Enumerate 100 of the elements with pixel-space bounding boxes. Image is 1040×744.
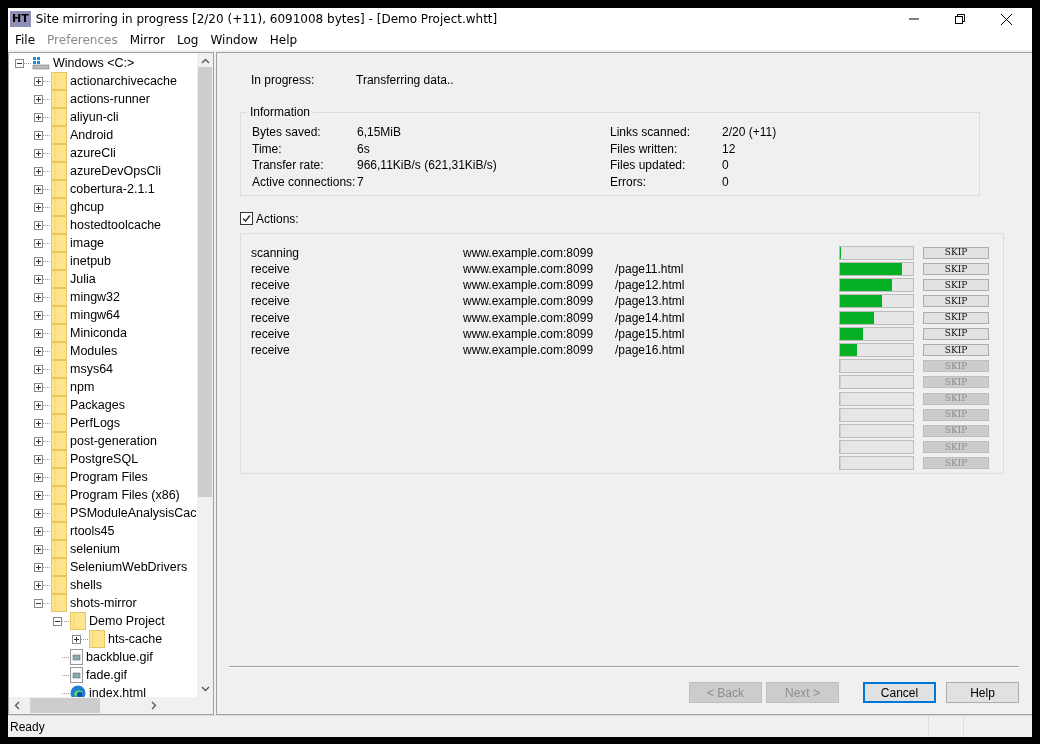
skip-button[interactable]: SKIP (923, 246, 989, 259)
action-path: /page15.html (615, 326, 686, 341)
expand-icon[interactable] (34, 400, 43, 410)
dialog-button[interactable]: Help (946, 682, 1019, 703)
expand-icon[interactable] (34, 544, 43, 554)
tree-item[interactable]: rtools45 (70, 524, 115, 538)
tree-item[interactable]: shells (70, 578, 102, 592)
scroll-right-icon[interactable] (151, 701, 157, 710)
expand-icon[interactable] (34, 256, 43, 266)
skip-button[interactable]: SKIP (923, 263, 989, 276)
window-title: Site mirroring in progress [2/20 (+11), 6091008 bytes] - [Demo Project.whtt] (35, 12, 499, 26)
tree-item[interactable]: Miniconda (70, 326, 127, 340)
collapse-icon[interactable] (34, 598, 43, 608)
folder-icon (51, 468, 67, 486)
tree-item[interactable]: ghcup (70, 200, 105, 214)
expand-icon[interactable] (34, 184, 43, 194)
action-host: www.example.com:8099 (463, 294, 595, 309)
tree-item[interactable]: Packages (70, 398, 125, 412)
tree-item[interactable]: Android (70, 128, 114, 142)
scroll-left-icon[interactable] (14, 701, 20, 710)
expand-icon[interactable] (34, 220, 43, 230)
expand-icon[interactable] (34, 364, 43, 374)
tree-item[interactable]: hostedtoolcache (70, 218, 162, 232)
menu-item[interactable]: File (9, 33, 42, 47)
collapse-icon[interactable] (15, 58, 24, 68)
tree-item[interactable]: Program Files (x86) (70, 488, 180, 502)
skip-button[interactable]: SKIP (923, 344, 989, 356)
tree-item[interactable]: msys64 (70, 362, 114, 376)
expand-icon[interactable] (34, 310, 43, 320)
expand-icon[interactable] (34, 202, 43, 212)
tree-item[interactable]: post-generation (70, 434, 157, 448)
close-icon[interactable] (1001, 13, 1012, 25)
expand-icon[interactable] (34, 346, 43, 356)
tree-item[interactable]: cobertura-2.1.1 (70, 182, 155, 196)
expand-icon[interactable] (34, 418, 43, 428)
tree-item[interactable]: npm (70, 380, 95, 394)
dialog-button[interactable]: Cancel (863, 682, 936, 703)
expand-icon[interactable] (34, 382, 43, 392)
expand-icon[interactable] (34, 94, 43, 104)
tree-item[interactable]: PSModuleAnalysisCac (70, 506, 197, 520)
restore-icon[interactable] (955, 14, 965, 24)
tree-item[interactable]: Demo Project (89, 614, 165, 628)
expand-icon[interactable] (34, 76, 43, 86)
expand-icon[interactable] (34, 526, 43, 536)
tree-item[interactable]: fade.gif (86, 668, 127, 682)
tree-item[interactable]: mingw64 (70, 308, 121, 322)
tree-item[interactable]: selenium (70, 542, 121, 556)
tree-item[interactable]: azureDevOpsCli (70, 164, 161, 178)
tree-item[interactable]: hts-cache (108, 632, 163, 646)
menu-item[interactable]: Log (171, 33, 205, 47)
expand-icon[interactable] (34, 490, 43, 500)
expand-icon[interactable] (34, 562, 43, 572)
tree-item[interactable]: SeleniumWebDrivers (70, 560, 188, 574)
expand-icon[interactable] (34, 328, 43, 338)
expand-icon[interactable] (34, 148, 43, 158)
stat-value: 2/20 (+11) (722, 125, 777, 139)
menu-item[interactable]: Mirror (123, 33, 172, 47)
skip-button[interactable]: SKIP (923, 311, 989, 324)
tree-item[interactable]: inetpub (70, 254, 111, 268)
tree-item[interactable]: image (70, 236, 105, 250)
expand-icon[interactable] (34, 112, 43, 122)
tree-item[interactable]: PostgreSQL (70, 452, 139, 466)
menu-item[interactable]: Help (263, 33, 304, 47)
folder-icon (89, 630, 105, 648)
action-type: receive (251, 343, 291, 357)
scroll-up-icon[interactable] (200, 58, 210, 64)
tree-item[interactable]: Program Files (70, 470, 148, 484)
expand-icon[interactable] (34, 454, 43, 464)
tree-item[interactable]: PerfLogs (70, 416, 121, 430)
expand-icon[interactable] (34, 238, 43, 248)
stat-value: 0 (722, 174, 729, 189)
skip-button[interactable]: SKIP (923, 279, 989, 292)
expand-icon[interactable] (72, 634, 81, 644)
tree-item[interactable]: azureCli (70, 146, 116, 160)
tree-item[interactable]: Modules (70, 344, 118, 358)
scroll-down-icon[interactable] (200, 686, 210, 692)
vertical-scrollbar[interactable] (197, 53, 213, 697)
skip-button[interactable]: SKIP (923, 295, 989, 308)
tree-item[interactable]: index.html (89, 686, 146, 697)
tree-item[interactable]: backblue.gif (86, 650, 153, 664)
tree-item[interactable]: mingw32 (70, 290, 121, 304)
action-type: receive (251, 262, 291, 277)
expand-icon[interactable] (34, 580, 43, 590)
tree-item[interactable]: shots-mirror (70, 596, 137, 610)
actions-checkbox[interactable] (240, 212, 253, 226)
expand-icon[interactable] (34, 436, 43, 446)
tree-item[interactable]: actionarchivecache (70, 74, 177, 88)
menu-item[interactable]: Window (204, 33, 264, 47)
expand-icon[interactable] (34, 130, 43, 140)
expand-icon[interactable] (34, 274, 43, 284)
tree-item[interactable]: actions-runner (70, 92, 150, 106)
expand-icon[interactable] (34, 472, 43, 482)
tree-item[interactable]: Julia (70, 272, 96, 286)
expand-icon[interactable] (34, 508, 43, 518)
skip-button[interactable]: SKIP (923, 327, 989, 340)
tree-item[interactable]: aliyun-cli (70, 110, 119, 124)
expand-icon[interactable] (34, 166, 43, 176)
collapse-icon[interactable] (53, 616, 62, 626)
tree-item[interactable]: Windows <C:> (53, 56, 135, 70)
expand-icon[interactable] (34, 292, 43, 302)
